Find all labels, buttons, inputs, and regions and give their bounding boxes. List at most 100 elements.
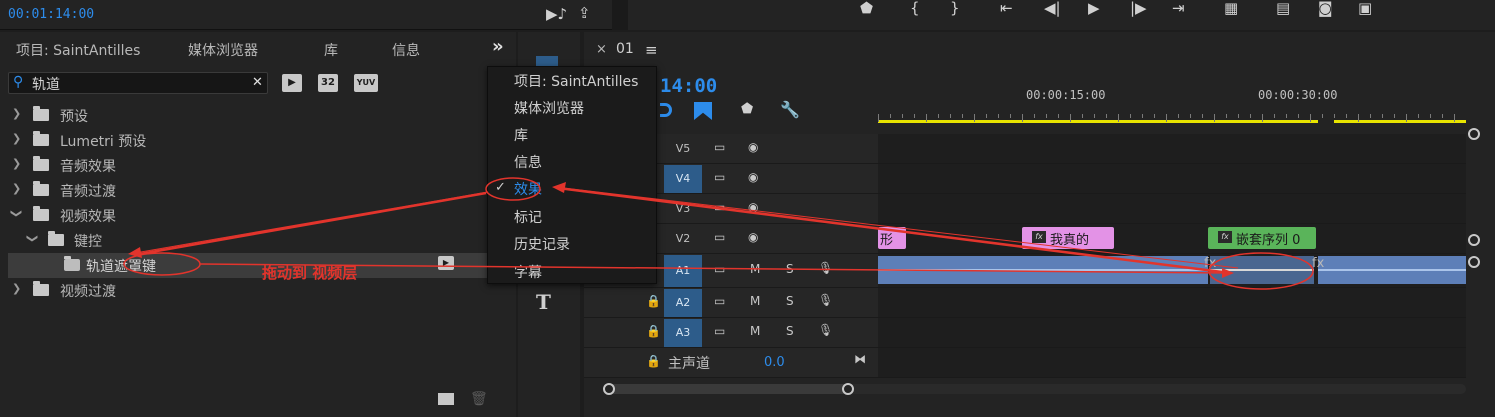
menu-item-history[interactable]: 历史记录	[514, 234, 570, 254]
panel-overflow-button[interactable]: »	[492, 36, 504, 57]
eye-icon[interactable]: ◉	[748, 170, 758, 184]
audio-clip[interactable]: fx	[1312, 256, 1466, 284]
go-to-out-icon[interactable]: ⇥	[1172, 0, 1185, 16]
scroll-start-handle[interactable]	[603, 383, 615, 395]
source-timecode[interactable]: 00:01:14:00	[8, 7, 94, 22]
microphone-icon[interactable]: 🎙	[818, 323, 833, 337]
compare-icon[interactable]: ▣	[1358, 0, 1372, 16]
export-frame-icon[interactable]: ⇪	[578, 5, 591, 21]
menu-item-captions[interactable]: 字幕	[514, 262, 542, 282]
track-label[interactable]: V2	[664, 225, 702, 253]
track-area[interactable]: 形 fx 我真的 fx 嵌套序列 0	[878, 224, 1466, 253]
mark-in-icon[interactable]: {	[910, 0, 920, 16]
sync-lock-icon[interactable]: ▭	[714, 294, 725, 308]
track-area[interactable]	[878, 288, 1466, 317]
yuv-effects-icon[interactable]: YUV	[354, 74, 378, 92]
audio-only-icon[interactable]: ▶♪	[546, 6, 567, 22]
sync-lock-icon[interactable]: ▭	[714, 230, 725, 244]
sync-lock-icon[interactable]: ▭	[714, 200, 725, 214]
mark-out-icon[interactable]: }	[950, 0, 960, 16]
track-label[interactable]: A1	[664, 255, 702, 287]
track-label[interactable]: A2	[664, 289, 702, 317]
tree-item-audio-effects[interactable]: ❯ 音频效果	[0, 153, 516, 178]
track-area[interactable]	[878, 194, 1466, 223]
menu-item-project[interactable]: 项目: SaintAntilles	[514, 71, 638, 91]
video-clip[interactable]: fx 我真的	[1022, 227, 1114, 249]
accelerated-effects-icon[interactable]: ▶	[282, 74, 302, 92]
menu-item-info[interactable]: 信息	[514, 152, 542, 172]
chevron-down-icon[interactable]: ❯	[26, 234, 39, 243]
chevron-right-icon[interactable]: ❯	[12, 157, 21, 170]
track-label[interactable]: V5	[664, 135, 702, 163]
sync-lock-icon[interactable]: ▭	[714, 262, 725, 276]
go-to-in-icon[interactable]: ⇤	[1000, 0, 1013, 16]
type-tool-icon[interactable]: T	[536, 290, 551, 314]
track-area[interactable]: fx fx	[878, 254, 1466, 287]
track-area[interactable]	[878, 318, 1466, 347]
trash-icon[interactable]: 🗑	[470, 391, 488, 407]
chevron-right-icon[interactable]: ❯	[12, 107, 21, 120]
step-forward-icon[interactable]: |▶	[1130, 0, 1147, 16]
tree-item-lumetri-presets[interactable]: ❯ Lumetri 预设	[0, 128, 516, 153]
new-bin-icon[interactable]	[438, 393, 454, 405]
solo-button[interactable]: S	[786, 262, 794, 276]
close-tab-icon[interactable]: ×	[596, 42, 607, 57]
audio-clip[interactable]: fx	[1204, 256, 1314, 284]
tab-info[interactable]: 信息	[392, 40, 420, 60]
clear-search-icon[interactable]: ✕	[252, 75, 263, 90]
step-back-icon[interactable]: ◀|	[1044, 0, 1061, 16]
mute-button[interactable]: M	[750, 324, 760, 338]
menu-item-markers[interactable]: 标记	[514, 207, 542, 227]
extract-icon[interactable]: ▤	[1276, 0, 1290, 16]
lock-icon[interactable]: 🔒	[646, 324, 661, 338]
track-label[interactable]: V4	[664, 165, 702, 193]
work-area-bar[interactable]	[878, 120, 1318, 123]
microphone-icon[interactable]: 🎙	[818, 293, 833, 307]
sequence-timecode[interactable]: 14:00	[660, 75, 717, 97]
track-resize-handle[interactable]	[1468, 256, 1480, 268]
tab-media-browser[interactable]: 媒体浏览器	[188, 40, 258, 60]
sequence-tab[interactable]: 01	[616, 41, 634, 57]
eye-icon[interactable]: ◉	[748, 230, 758, 244]
tree-item-video-effects[interactable]: ❯ 视频效果	[0, 203, 516, 228]
chevron-down-icon[interactable]: ❯	[10, 209, 23, 218]
menu-item-media-browser[interactable]: 媒体浏览器	[514, 98, 584, 118]
mute-button[interactable]: M	[750, 262, 760, 276]
track-label[interactable]: A3	[664, 319, 702, 347]
play-icon[interactable]: ▶	[1088, 0, 1100, 16]
lock-icon[interactable]: 🔒	[646, 294, 661, 308]
tree-item-audio-transitions[interactable]: ❯ 音频过渡	[0, 178, 516, 203]
eye-icon[interactable]: ◉	[748, 200, 758, 214]
tab-project[interactable]: 项目: SaintAntilles	[16, 40, 140, 60]
sync-lock-icon[interactable]: ▭	[714, 324, 725, 338]
32bit-effects-icon[interactable]: 32	[318, 74, 338, 92]
track-area[interactable]	[878, 134, 1466, 163]
mute-button[interactable]: M	[750, 294, 760, 308]
lock-icon[interactable]: 🔒	[646, 354, 661, 368]
menu-item-effects[interactable]: 效果	[514, 179, 542, 199]
work-area-bar[interactable]	[1334, 120, 1466, 123]
tree-item-keying[interactable]: ❯ 键控	[0, 228, 516, 253]
chevron-right-icon[interactable]: ❯	[12, 182, 21, 195]
tree-item-presets[interactable]: ❯ 预设	[0, 103, 516, 128]
add-marker-icon[interactable]: ⬟	[860, 0, 873, 16]
chevron-right-icon[interactable]: ❯	[12, 282, 21, 295]
wrench-icon[interactable]: 🔧	[780, 100, 800, 119]
solo-button[interactable]: S	[786, 294, 794, 308]
tree-item-video-transitions[interactable]: ❯ 视频过渡	[0, 278, 516, 303]
scrollbar-thumb[interactable]	[604, 384, 850, 394]
chevron-right-icon[interactable]: ❯	[12, 132, 21, 145]
track-label[interactable]: V3	[664, 195, 702, 223]
sync-lock-icon[interactable]: ▭	[714, 140, 725, 154]
eye-icon[interactable]: ◉	[748, 140, 758, 154]
track-area[interactable]	[878, 164, 1466, 193]
scroll-end-handle[interactable]	[842, 383, 854, 395]
solo-button[interactable]: S	[786, 324, 794, 338]
tab-libraries[interactable]: 库	[324, 40, 338, 60]
tab-menu-icon[interactable]: ≡	[645, 41, 658, 59]
sync-lock-icon[interactable]: ▭	[714, 170, 725, 184]
audio-clip[interactable]	[878, 256, 1208, 284]
nested-sequence-clip[interactable]: fx 嵌套序列 0	[1208, 227, 1316, 249]
track-resize-handle[interactable]	[1468, 234, 1480, 246]
go-to-end-icon[interactable]: ⧓	[854, 352, 866, 366]
